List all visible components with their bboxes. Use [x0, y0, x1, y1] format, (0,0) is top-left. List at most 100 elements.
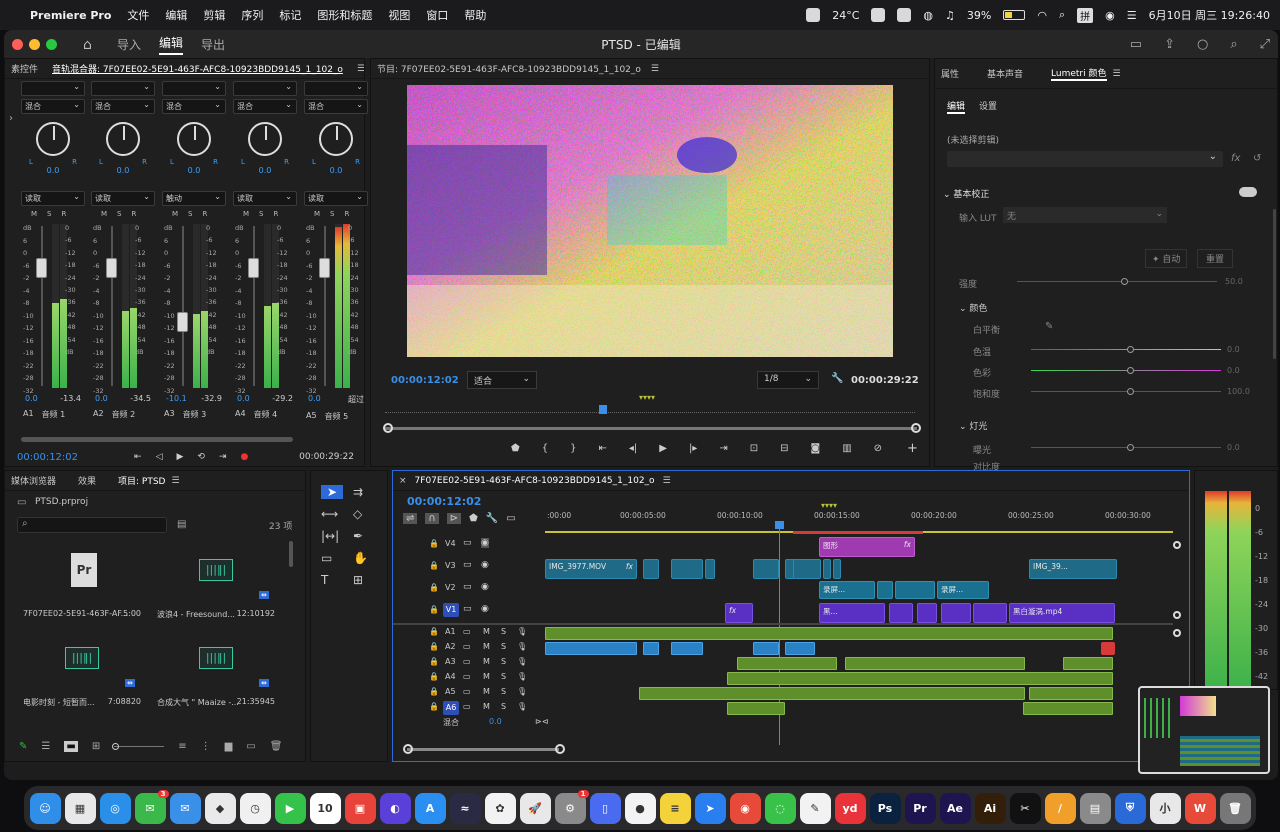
tab-edit[interactable]: 编辑	[159, 34, 184, 55]
clip-selector[interactable]: ⌄	[947, 151, 1223, 167]
search-icon[interactable]: ⌕	[1230, 37, 1237, 52]
pan-knob[interactable]	[106, 122, 140, 156]
voiceover-mic-icon[interactable]: 🎙	[517, 672, 527, 681]
volume-fader[interactable]	[248, 258, 259, 278]
volume-fader[interactable]	[36, 258, 47, 278]
tab-project[interactable]: 项目: PTSD	[118, 474, 165, 487]
menu-sequence[interactable]: 序列	[241, 7, 263, 23]
track-lock-icon[interactable]: 🔒	[429, 627, 439, 636]
reset-icon[interactable]: ↺	[1253, 153, 1261, 164]
dock-app-icon[interactable]: yd	[834, 792, 866, 824]
caption-tool-icon[interactable]: ⊞	[353, 573, 375, 587]
voiceover-mic-icon[interactable]: 🎙	[517, 642, 527, 651]
step-forward-frame-icon[interactable]: |▸	[689, 443, 697, 454]
reset-button[interactable]: 重置	[1197, 249, 1234, 268]
timeline-scroll-right[interactable]	[555, 744, 565, 754]
program-video-frame[interactable]	[407, 85, 893, 357]
slip-tool-icon[interactable]: |↔|	[321, 529, 343, 543]
video-clip[interactable]	[753, 559, 779, 579]
dock-app-icon[interactable]: ◎	[99, 792, 131, 824]
play-icon[interactable]: ▶	[176, 452, 183, 462]
mute-button[interactable]: M	[483, 627, 490, 636]
mute-button[interactable]: M	[483, 702, 490, 711]
audio-clip-a5-2[interactable]	[1029, 687, 1113, 700]
dock-app-icon[interactable]: Ae	[939, 792, 971, 824]
eye-icon[interactable]: ◉	[481, 604, 489, 614]
menu-view[interactable]: 视图	[388, 7, 410, 23]
video-clip[interactable]	[889, 603, 913, 623]
zoom-handle-right[interactable]	[911, 423, 921, 433]
nest-icon[interactable]: ⇌	[403, 513, 418, 524]
lumetri-subtab-settings[interactable]: 设置	[979, 99, 997, 114]
channel-input-dropdown[interactable]	[233, 80, 297, 96]
video-clip-img3977[interactable]: IMG_3977.MOV fx	[545, 559, 637, 579]
solo-button[interactable]: S	[501, 687, 506, 696]
channel-mode-dropdown[interactable]: 混合	[162, 98, 226, 114]
mute-button[interactable]: M	[483, 672, 490, 681]
lift-icon[interactable]: ⊡	[750, 443, 758, 454]
wechat-status-icon[interactable]: ◍	[923, 9, 933, 22]
graphic-clip[interactable]: 图形 fx	[819, 537, 915, 557]
audio-clip-a3-1[interactable]	[737, 657, 837, 670]
audio-clip[interactable]	[785, 642, 815, 655]
auto-button[interactable]: ✦ 自动	[1145, 249, 1188, 268]
dock-app-icon[interactable]: ◉	[729, 792, 761, 824]
share-icon[interactable]: ⇪	[1164, 37, 1175, 52]
add-button-icon[interactable]: +	[907, 441, 918, 456]
dock-app-icon[interactable]: ⛨	[1114, 792, 1146, 824]
program-zoom-scrollbar[interactable]	[385, 427, 917, 430]
track-lock-icon[interactable]: 🔒	[429, 539, 439, 548]
add-marker-timeline-icon[interactable]: ⬟	[469, 513, 478, 524]
mixer-current-time[interactable]: 00:00:12:02	[17, 452, 78, 463]
v1-fx-clip[interactable]: fx	[725, 603, 753, 623]
basic-correction-toggle[interactable]	[1239, 187, 1257, 197]
fx-icon[interactable]: fx	[1231, 153, 1240, 164]
track-target-a6[interactable]: A6	[443, 701, 459, 715]
dock-app-icon[interactable]: ✉	[169, 792, 201, 824]
param-slider[interactable]	[1031, 346, 1221, 353]
msr-buttons[interactable]: MSR	[21, 210, 85, 218]
audio-clip-a3-3[interactable]	[1063, 657, 1113, 670]
audio-clip-a5-1[interactable]	[639, 687, 1025, 700]
resolution-dropdown[interactable]: 1/8 ⌄	[757, 371, 819, 389]
video-clip[interactable]	[671, 559, 703, 579]
clear-icon[interactable]: 🗑	[270, 741, 283, 752]
video-clip[interactable]	[643, 559, 659, 579]
audio-clip-red[interactable]	[1101, 642, 1115, 655]
channel-mode-dropdown[interactable]: 混合	[21, 98, 85, 114]
menu-edit[interactable]: 编辑	[165, 7, 187, 23]
spotlight-icon[interactable]: ⌕	[1059, 8, 1065, 22]
eye-icon[interactable]: ◉	[481, 560, 489, 570]
dock-app-icon[interactable]: 10	[309, 792, 341, 824]
dock-app-icon[interactable]: Ai	[974, 792, 1006, 824]
video-clip[interactable]	[877, 581, 893, 599]
dock-app-icon[interactable]: ➤	[694, 792, 726, 824]
exposure-value[interactable]: 0.0	[1227, 443, 1240, 452]
voiceover-mic-icon[interactable]: 🎙	[517, 627, 527, 636]
menu-markers[interactable]: 标记	[279, 7, 301, 23]
dock-app-icon[interactable]: ✉ 3	[134, 789, 169, 824]
new-item-icon[interactable]: ▭	[246, 741, 255, 752]
progress-icon[interactable]: ○	[1197, 37, 1208, 52]
video-clip[interactable]	[917, 603, 937, 623]
app-menu[interactable]: Premiere Pro	[30, 9, 111, 22]
zoom-handle-left[interactable]	[383, 423, 393, 433]
zoom-slider[interactable]	[112, 743, 165, 750]
video-clip[interactable]	[973, 603, 1007, 623]
dock-app-icon[interactable]: /	[1044, 792, 1076, 824]
in-out-range[interactable]	[793, 531, 923, 534]
dock-app-icon[interactable]: ◌	[764, 792, 796, 824]
dock-app-icon[interactable]: ☺	[29, 792, 61, 824]
audio-clip[interactable]	[671, 642, 703, 655]
channel-mode-dropdown[interactable]: 混合	[304, 98, 368, 114]
program-monitor-title[interactable]: 节目: 7F07EE02-5E91-463F-AFC8-10923BDD9145…	[377, 62, 641, 75]
fullscreen-icon[interactable]: ⤢	[1260, 37, 1270, 52]
pan-knob[interactable]	[248, 122, 282, 156]
dock-app-icon[interactable]: W	[1184, 792, 1216, 824]
volume-fader[interactable]	[106, 258, 117, 278]
eyedropper-icon[interactable]: ✎	[1045, 321, 1053, 332]
dock-app-icon[interactable]: ◆	[204, 792, 236, 824]
icon-view-icon[interactable]: ▬	[64, 741, 78, 752]
razor-tool-icon[interactable]: ◇	[353, 507, 375, 521]
eye-icon[interactable]: ◉	[481, 582, 489, 592]
